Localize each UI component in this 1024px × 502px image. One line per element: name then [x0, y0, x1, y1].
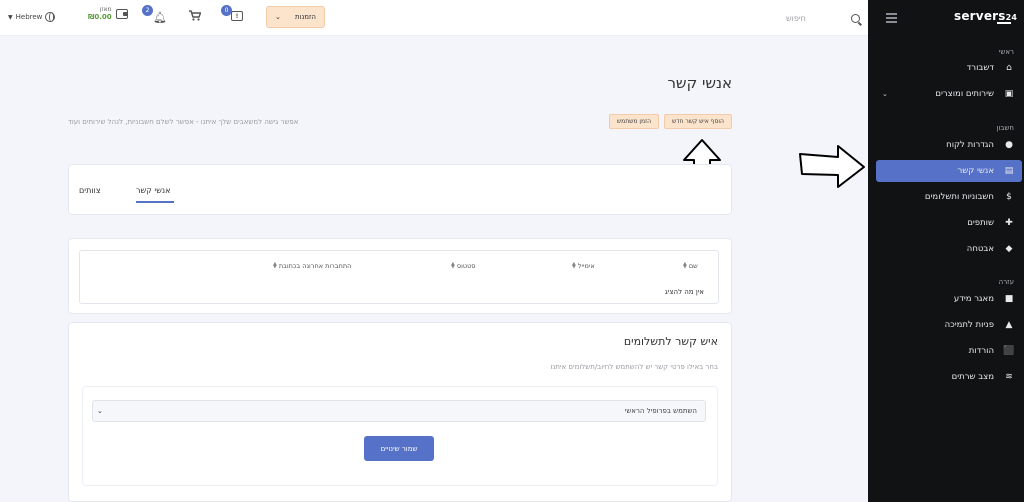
sort-icon: ▲ ▼ — [451, 261, 455, 270]
sidebar-item-label: חשבוניות ותשלומים — [924, 192, 994, 202]
column-header-status-label: סטטוס — [456, 262, 476, 270]
search-icon[interactable] — [851, 13, 860, 23]
sidebar-item-label: פניות לתמיכה — [944, 320, 994, 330]
logo[interactable]: servers24 — [954, 9, 1017, 23]
bell-icon[interactable]: 🔔︎ — [153, 11, 167, 24]
column-header-name-label: שם — [688, 262, 698, 270]
sidebar: servers24 ראשי דשבורד ⌂ ⌄ שירותים ומוצרי… — [868, 0, 1024, 502]
sidebar-item-support-tickets[interactable]: פניות לתמיכה ▲ — [876, 314, 1022, 336]
table-empty-state: אין מה להציג — [664, 288, 704, 296]
page-title: אנשי קשר — [667, 74, 732, 92]
shield-icon: ◆ — [1005, 244, 1013, 254]
contact-card-icon: ▤ — [1004, 166, 1014, 176]
wallet-icon — [115, 9, 128, 19]
invite-user-button[interactable]: הזמן משתמש — [609, 114, 659, 129]
sidebar-item-knowledgebase[interactable]: מאגר מידע ■ — [876, 288, 1022, 310]
download-icon: ⬛ — [1003, 346, 1015, 356]
sidebar-item-label: הגדרות לקוח — [946, 140, 994, 150]
payment-contact-title: איש קשר לתשלומים — [623, 335, 718, 348]
caret-down-icon: ▼ — [8, 13, 13, 21]
sidebar-item-label: אבטחה — [966, 244, 994, 254]
sidebar-section-account: חשבון — [996, 124, 1014, 132]
sidebar-item-security[interactable]: אבטחה ◆ — [876, 238, 1022, 260]
top-bar: ▼ Hebrew מאזן ₪0.00 🔔︎ 2 ! 0 ⌄ הזמנות חי… — [0, 0, 868, 36]
sidebar-item-contacts[interactable]: אנשי קשר ▤ — [876, 160, 1022, 182]
sort-icon: ▲ ▼ — [273, 261, 277, 270]
globe-icon — [45, 12, 56, 22]
chevron-down-icon: ⌄ — [275, 13, 281, 21]
sort-icon: ▲ ▼ — [683, 261, 687, 270]
wifi-icon: ≋ — [1005, 372, 1013, 382]
sidebar-item-server-status[interactable]: מצב שרתים ≋ — [876, 366, 1022, 388]
wallet-balance[interactable]: מאזן ₪0.00 — [88, 7, 128, 21]
sidebar-item-invoices[interactable]: חשבוניות ותשלומים $ — [876, 186, 1022, 208]
sidebar-section-main: ראשי — [998, 48, 1014, 56]
language-label: Hebrew — [15, 13, 43, 21]
search-input[interactable]: חיפוש — [786, 14, 806, 23]
save-changes-button[interactable]: שמור שינויים — [364, 436, 434, 461]
tab-contacts[interactable]: אנשי קשר — [136, 186, 170, 195]
sidebar-item-label: אנשי קשר — [957, 166, 994, 176]
column-header-last-login-label: התחברות אחרונה בכתובת — [278, 262, 352, 270]
page-description: אפשר גישה למשאבים שלך איתנו - אפשר לשלם … — [68, 118, 299, 126]
sidebar-section-help: עזרה — [998, 278, 1014, 286]
logo-number: 24 — [1005, 13, 1018, 22]
logo-text: servers — [954, 9, 1006, 23]
sidebar-item-label: מצב שרתים — [951, 372, 994, 382]
column-header-name[interactable]: ▲ ▼ שם — [683, 261, 698, 271]
sidebar-item-downloads[interactable]: הורדות ⬛ — [876, 340, 1022, 362]
user-icon: ● — [1005, 140, 1013, 150]
sidebar-item-client-settings[interactable]: הגדרות לקוח ● — [876, 134, 1022, 156]
column-header-email[interactable]: ▲ ▼ אימייל — [572, 261, 595, 271]
payment-contact-select[interactable]: ⌄ השתמש בפרופיל הראשי — [92, 400, 706, 422]
box-icon: ▣ — [1004, 89, 1014, 99]
language-selector[interactable]: ▼ Hebrew — [8, 12, 56, 22]
notifications-badge: 2 — [142, 5, 153, 16]
sort-icon: ▲ ▼ — [572, 261, 576, 270]
sidebar-item-label: הורדות — [968, 346, 994, 356]
column-header-last-login[interactable]: ▲ ▼ התחברות אחרונה בכתובת — [273, 261, 352, 271]
search-bar[interactable]: חיפוש — [780, 10, 862, 26]
chevron-down-icon: ⌄ — [97, 407, 103, 415]
column-header-email-label: אימייל — [577, 262, 595, 270]
sidebar-item-label: דשבורד — [966, 63, 994, 73]
payment-contact-subtitle: בחר באילו פרטי קשר יש להשתמש לחיוב/תשלומ… — [550, 363, 718, 371]
home-icon: ⌂ — [1006, 63, 1012, 73]
logo-underline — [997, 22, 1011, 24]
messages-badge: 0 — [221, 5, 232, 16]
active-tab-indicator — [136, 201, 174, 203]
sidebar-item-services[interactable]: ⌄ שירותים ומוצרים ▣ — [876, 83, 1022, 105]
sidebar-item-label: שירותים ומוצרים — [935, 89, 994, 99]
sidebar-item-dashboard[interactable]: דשבורד ⌂ — [876, 57, 1022, 79]
messages-icon[interactable]: ! — [231, 11, 243, 21]
sidebar-item-label: שותפים — [967, 218, 994, 228]
orders-dropdown-button[interactable]: ⌄ הזמנות — [266, 6, 325, 28]
tab-teams[interactable]: צוותים — [79, 186, 100, 195]
add-contact-button[interactable]: הוסף איש קשר חדש — [664, 114, 732, 129]
orders-label: הזמנות — [294, 13, 316, 21]
cart-icon[interactable] — [189, 10, 202, 24]
sidebar-item-affiliates[interactable]: שותפים ✚ — [876, 212, 1022, 234]
folder-icon: ■ — [1004, 294, 1014, 304]
menu-icon[interactable] — [886, 13, 897, 23]
column-header-status[interactable]: ▲ ▼ סטטוס — [451, 261, 476, 271]
user-plus-icon: ✚ — [1005, 218, 1013, 228]
support-icon: ▲ — [1005, 320, 1013, 330]
wallet-amount: ₪0.00 — [88, 13, 112, 21]
dollar-icon: $ — [1006, 192, 1012, 202]
payment-contact-select-value: השתמש בפרופיל הראשי — [624, 407, 697, 415]
chevron-down-icon: ⌄ — [882, 90, 888, 98]
annotation-arrow-right-icon — [799, 145, 865, 188]
sidebar-item-label: מאגר מידע — [953, 294, 994, 304]
